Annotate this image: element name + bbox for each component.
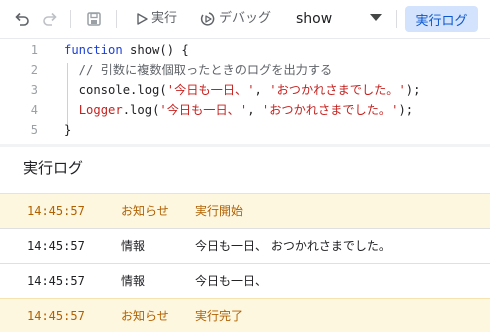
code-line[interactable]: 3 console.log('今日も一日、', 'おつかれさまでした。'); <box>0 80 490 100</box>
debug-icon <box>198 9 218 29</box>
log-type: お知らせ <box>121 309 169 323</box>
line-number: 1 <box>30 43 38 57</box>
log-row: 14:45:57 情報 今日も一日、 <box>0 263 490 298</box>
code-token: '今日も一日、' <box>159 103 248 117</box>
code-token: , <box>247 103 262 117</box>
code-line[interactable]: 1 function show() { <box>0 40 490 60</box>
log-type: お知らせ <box>121 204 169 218</box>
code-text: Logger.log('今日も一日、', 'おつかれさまでした。'); <box>64 100 413 120</box>
log-time: 14:45:57 <box>27 309 85 323</box>
code-token: ); <box>398 103 414 117</box>
code-token: '今日も一日、' <box>166 83 255 97</box>
code-token: } <box>64 123 72 137</box>
undo-icon[interactable] <box>12 9 32 29</box>
code-token: 'おつかれさまでした。' <box>261 103 399 117</box>
toolbar-divider <box>116 10 117 28</box>
code-text: } <box>64 120 71 140</box>
log-type: 情報 <box>121 239 146 253</box>
run-icon <box>132 9 152 29</box>
code-token: function <box>64 43 123 57</box>
code-line[interactable]: 4 Logger.log('今日も一日、', 'おつかれさまでした。'); <box>0 100 490 120</box>
line-number: 5 <box>30 123 38 137</box>
log-time: 14:45:57 <box>27 274 85 288</box>
panel-divider <box>0 144 490 147</box>
run-button[interactable]: 実行 <box>151 10 177 28</box>
line-number: 3 <box>30 83 38 97</box>
log-message: 今日も一日、 おつかれさまでした。 <box>195 239 391 253</box>
log-row: 14:45:57 お知らせ 実行開始 <box>0 193 490 228</box>
code-token: , <box>254 83 270 97</box>
log-time: 14:45:57 <box>27 204 85 218</box>
execution-log-button[interactable]: 実行ログ <box>405 6 478 32</box>
code-text: // 引数に複数個取ったときのログを出力する <box>64 60 333 80</box>
save-icon[interactable] <box>84 9 104 29</box>
log-message: 実行完了 <box>195 309 244 323</box>
log-row: 14:45:57 情報 今日も一日、 おつかれさまでした。 <box>0 228 490 263</box>
toolbar: 実行 デバッグ show 実行ログ <box>0 0 490 38</box>
log-row: 14:45:57 お知らせ 実行完了 <box>0 298 490 332</box>
code-line[interactable]: 5} <box>0 120 490 140</box>
log-time: 14:45:57 <box>27 239 85 253</box>
code-text: function show() { <box>64 40 189 60</box>
chevron-down-icon[interactable] <box>370 14 382 21</box>
line-number: 4 <box>30 103 38 117</box>
log-panel-title: 実行ログ <box>23 159 84 177</box>
code-token: console.log( <box>64 83 167 97</box>
code-line[interactable]: 2 // 引数に複数個取ったときのログを出力する <box>0 60 490 80</box>
log-type: 情報 <box>121 274 146 288</box>
redo-icon[interactable] <box>40 9 60 29</box>
code-token: Logger <box>78 103 123 117</box>
code-token: ); <box>405 83 421 97</box>
code-text: console.log('今日も一日、', 'おつかれさまでした。'); <box>64 80 421 100</box>
code-token: .log( <box>122 103 160 117</box>
debug-button[interactable]: デバッグ <box>219 10 271 28</box>
log-message: 今日も一日、 <box>195 274 268 288</box>
code-token: // 引数に複数個取ったときのログを出力する <box>64 63 333 77</box>
code-token: 'おつかれさまでした。' <box>269 83 406 97</box>
line-number: 2 <box>30 63 38 77</box>
function-select[interactable]: show <box>296 9 332 29</box>
code-token: show() { <box>122 43 189 57</box>
toolbar-divider <box>396 10 397 28</box>
log-message: 実行開始 <box>195 204 244 218</box>
toolbar-divider <box>70 10 71 28</box>
